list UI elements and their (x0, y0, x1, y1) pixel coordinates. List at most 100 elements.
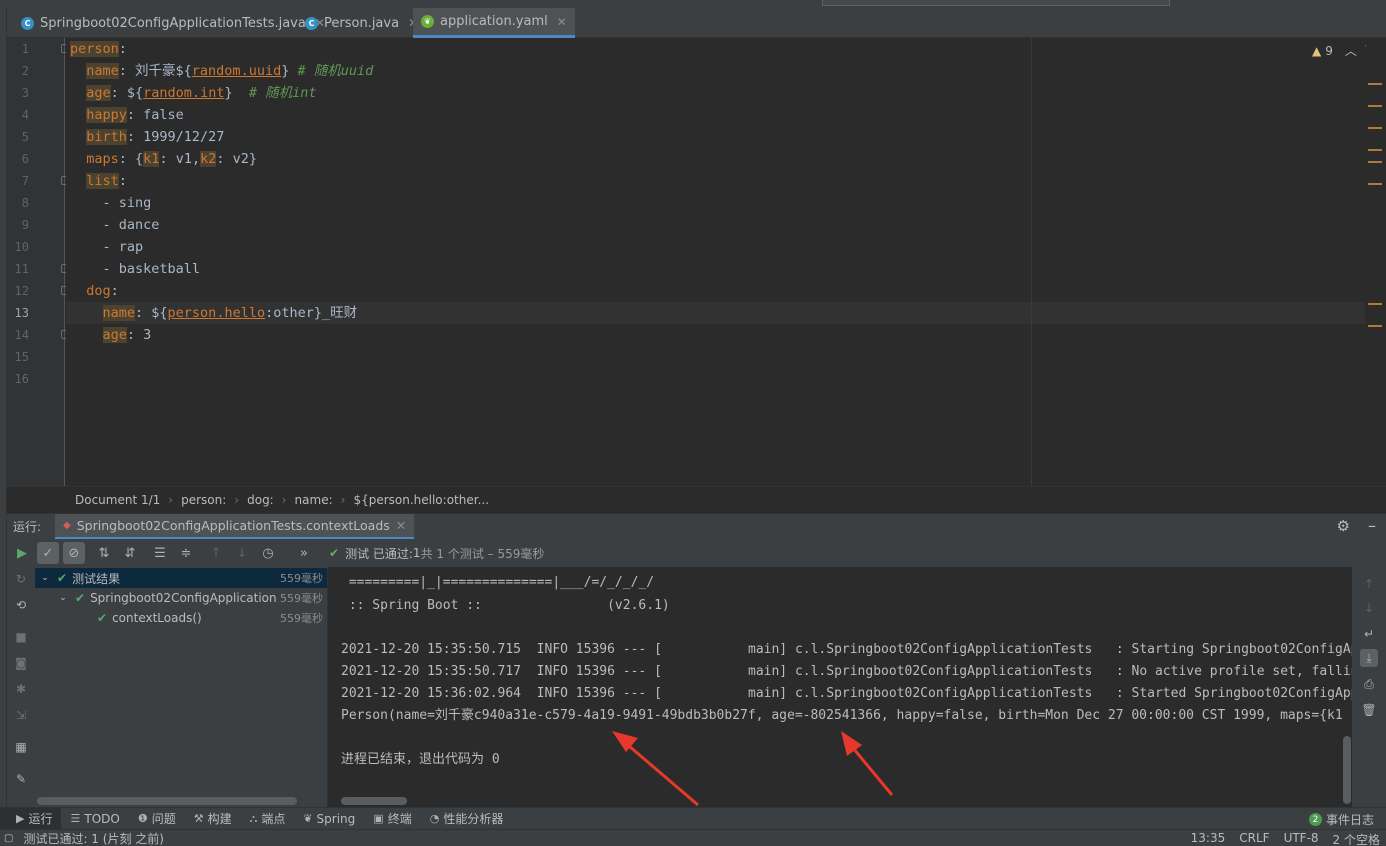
code-line-13-current: name: ${person.hello:other}_旺财 (66, 302, 1365, 324)
warning-marker[interactable] (1368, 105, 1382, 107)
tree-item-method[interactable]: ✔ contextLoads() 559毫秒 (35, 608, 327, 628)
chevron-right-icon: › (281, 492, 287, 507)
code-line-3: age: ${random.int} # 随机int (86, 85, 317, 101)
tool-build[interactable]: ⚒ 构建 (185, 808, 241, 830)
warning-marker[interactable] (1368, 127, 1382, 129)
check-icon: ✔ (97, 611, 108, 625)
arrow-up-icon[interactable]: ↑ (205, 542, 227, 564)
close-icon[interactable]: ✕ (396, 518, 406, 533)
top-toolbar-strip (0, 0, 1386, 8)
console-output[interactable]: =========|_|==============|___/=/_/_/_/ … (329, 567, 1352, 807)
arrow-up-icon[interactable]: ↑ (1360, 575, 1378, 593)
arrow-down-icon[interactable]: ↓ (231, 542, 253, 564)
tab-person-java[interactable]: C Person.java ✕ (297, 8, 426, 38)
tree-time: 559毫秒 (280, 592, 323, 605)
spring-icon: ❦ (303, 812, 313, 825)
close-icon[interactable]: ✕ (557, 15, 567, 29)
warning-marker[interactable] (1368, 161, 1382, 163)
tool-profiler[interactable]: ◔ 性能分析器 (421, 808, 513, 830)
code-line-2: name: 刘千豪${random.uuid} # 随机uuid (86, 63, 374, 79)
breadcrumb-item[interactable]: person: (181, 493, 226, 507)
print-icon[interactable]: ⎙ (1360, 675, 1378, 693)
status-message[interactable]: 测试已通过: 1 (片刻 之前) (23, 830, 164, 846)
console-line-person: Person(name=刘千豪c940a31e-c579-4a19-9491-4… (341, 708, 1343, 723)
warning-marker[interactable] (1368, 149, 1382, 151)
breadcrumb-item[interactable]: Document 1/1 (75, 493, 160, 507)
console-line: =========|_|==============|___/=/_/_/_/ (341, 575, 655, 590)
error-stripe[interactable] (1366, 38, 1386, 486)
event-log[interactable]: 2 事件日志 (1308, 811, 1374, 828)
status-icon[interactable]: ▢ (4, 833, 13, 844)
tool-terminal[interactable]: ▣ 终端 (364, 808, 420, 830)
layout-icon[interactable]: ▦ (13, 739, 29, 755)
chevron-up-icon[interactable]: ︿ (1345, 42, 1357, 59)
console-vertical-scrollbar[interactable] (1343, 736, 1351, 804)
arrow-down-icon[interactable]: ↓ (1360, 599, 1378, 617)
endpoints-icon: ⛬ (249, 811, 258, 825)
chevron-down-icon[interactable]: ⌄ (57, 593, 69, 603)
console-line: :: Spring Boot :: (v2.6.1) (341, 598, 670, 613)
line-number: 5 (21, 130, 29, 144)
tool-run[interactable]: ▶ 运行 (0, 807, 62, 830)
sort-duration-icon[interactable]: ⇵ (119, 542, 141, 564)
tool-problems[interactable]: ❶ 问题 (129, 808, 185, 830)
chevron-down-icon[interactable]: ⌄ (39, 573, 51, 583)
show-passed-icon[interactable]: ✓ (37, 542, 59, 564)
show-ignored-icon[interactable]: ⊘ (63, 542, 85, 564)
breadcrumb-item[interactable]: dog: (247, 493, 274, 507)
caret-position[interactable]: 13:35 (1191, 831, 1226, 846)
tree-item-root[interactable]: ⌄ ✔ 测试结果 559毫秒 (35, 568, 327, 588)
scroll-to-end-icon[interactable]: ⤓ (1360, 649, 1378, 667)
console-horizontal-scrollbar[interactable] (341, 797, 407, 805)
event-count-badge: 2 (1308, 813, 1322, 826)
history-icon[interactable]: ◷ (257, 542, 279, 564)
soft-wrap-icon[interactable]: ↵ (1360, 625, 1378, 643)
line-number: 11 (14, 262, 29, 276)
breadcrumb-item[interactable]: ${person.hello:other... (353, 493, 489, 507)
line-number: 1 (21, 42, 29, 56)
code-line-6: maps: {k1: v1,k2: v2} (86, 151, 257, 167)
tab-application-yaml[interactable]: ❦ application.yaml ✕ (413, 8, 575, 38)
console-line-exit: 进程已结束，退出代码为 0 (341, 752, 500, 767)
settings-icon[interactable]: ✱ (13, 681, 29, 697)
gear-icon[interactable]: ⚙ (1337, 517, 1350, 535)
code-line-1: person: (70, 41, 127, 57)
warning-icon: ▲ (1312, 43, 1322, 58)
warning-marker[interactable] (1368, 83, 1382, 85)
tool-todo[interactable]: ☰ TODO (61, 808, 128, 830)
warning-marker[interactable] (1368, 183, 1382, 185)
toggle-auto-test-icon[interactable]: ⟲ (13, 597, 29, 613)
line-separator[interactable]: CRLF (1239, 831, 1269, 846)
sort-alpha-icon[interactable]: ⇅ (93, 542, 115, 564)
line-number: 6 (21, 152, 29, 166)
check-icon: ✔ (75, 591, 86, 605)
search-everywhere-field[interactable] (822, 0, 1170, 6)
breadcrumb-item[interactable]: name: (295, 493, 333, 507)
import-icon[interactable]: ⇲ (13, 707, 29, 723)
stop-icon[interactable]: ■ (13, 629, 29, 645)
collapse-all-icon[interactable]: ≑ (175, 542, 197, 564)
more-icon[interactable]: » (293, 542, 315, 564)
warning-marker[interactable] (1368, 325, 1382, 327)
minimize-icon[interactable]: – (1368, 516, 1376, 535)
tool-spring[interactable]: ❦ Spring (294, 808, 364, 830)
warning-marker[interactable] (1368, 303, 1382, 305)
expand-all-icon[interactable]: ☰ (149, 542, 171, 564)
file-encoding[interactable]: UTF-8 (1284, 831, 1319, 846)
rerun-failed-icon[interactable]: ↻ (13, 571, 29, 587)
tree-item-class[interactable]: ⌄ ✔ Springboot02ConfigApplication 559毫秒 (35, 588, 327, 608)
code-editor[interactable]: person: name: 刘千豪${random.uuid} # 随机uuid… (66, 38, 1366, 486)
trash-icon[interactable]: 🗑 (1360, 701, 1378, 719)
tab-springboot-tests[interactable]: C Springboot02ConfigApplicationTests.jav… (13, 8, 333, 38)
left-tool-strip (0, 8, 7, 808)
console-side-toolbar: ↑ ↓ ↵ ⤓ ⎙ 🗑 (1352, 567, 1386, 807)
indent-setting[interactable]: 2 个空格 (1333, 831, 1380, 846)
spring-yaml-icon: ❦ (421, 15, 434, 28)
editor-gutter: 1 2 3 4 5 6 7 8 9 10 11 12 13 14 15 16 (7, 38, 70, 486)
tool-endpoints[interactable]: ⛬ 端点 (241, 808, 295, 830)
camera-icon[interactable]: ◙ (13, 655, 29, 671)
pin-icon[interactable]: ✎ (13, 771, 29, 787)
rerun-icon[interactable]: ▶ (11, 542, 33, 564)
tree-horizontal-scrollbar[interactable] (37, 797, 297, 805)
run-config-tab[interactable]: ◆ Springboot02ConfigApplicationTests.con… (55, 513, 415, 540)
